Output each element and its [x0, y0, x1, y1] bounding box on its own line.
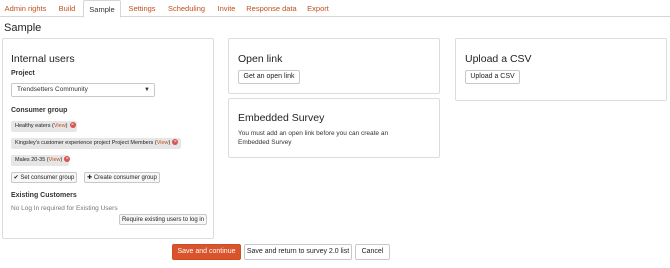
set-consumer-group-button[interactable]: ✔ Set consumer group — [11, 172, 77, 183]
remove-icon[interactable]: × — [64, 156, 71, 162]
upload-csv-panel: Upload a CSV Upload a CSV — [455, 38, 667, 101]
plus-icon: ✚ — [87, 175, 93, 181]
tab-scheduling[interactable]: Scheduling — [163, 0, 210, 17]
tab-invite[interactable]: Invite — [210, 0, 243, 17]
tab-admin-rights[interactable]: Admin rights — [0, 0, 51, 17]
view-link[interactable]: View — [49, 157, 61, 163]
view-link[interactable]: View — [54, 123, 66, 129]
create-consumer-group-button[interactable]: ✚ Create consumer group — [84, 172, 160, 183]
save-and-continue-button[interactable]: Save and continue — [172, 244, 241, 260]
tab-build[interactable]: Build — [51, 0, 83, 17]
existing-customers-note: No Log In required for Existing Users — [11, 205, 118, 212]
embedded-survey-text: You must add an open link before you can… — [238, 130, 389, 146]
create-consumer-group-label: Create consumer group — [93, 175, 157, 181]
upload-csv-button[interactable]: Upload a CSV — [465, 70, 520, 84]
chevron-down-icon: ▼ — [144, 87, 150, 93]
existing-customers-label: Existing Customers — [11, 192, 77, 199]
consumer-group-chip: Kingsley's customer experience project P… — [11, 138, 181, 149]
consumer-group-label: Consumer group — [11, 107, 68, 114]
project-select[interactable]: Trendsetters Community ▼ — [11, 83, 155, 97]
save-and-return-button[interactable]: Save and return to survey 2.0 list — [244, 244, 352, 260]
require-login-button[interactable]: Require existing users to log in — [119, 214, 207, 225]
embedded-survey-title: Embedded Survey — [238, 112, 325, 124]
chip-label: Males 20-35 — [15, 157, 46, 163]
page-title: Sample — [4, 22, 42, 34]
chip-label: Kingsley's customer experience project P… — [15, 140, 154, 146]
upload-csv-title: Upload a CSV — [465, 53, 532, 65]
set-consumer-group-label: Set consumer group — [20, 175, 75, 181]
consumer-group-chip: Males 20-35 (View) × — [11, 155, 71, 166]
tab-response-data[interactable]: Response data — [243, 0, 300, 17]
internal-users-panel: Internal users Project Trendsetters Comm… — [2, 38, 214, 239]
open-link-title: Open link — [238, 53, 283, 65]
view-link[interactable]: View — [157, 140, 169, 146]
cancel-button[interactable]: Cancel — [355, 244, 390, 260]
tab-sample[interactable]: Sample — [83, 0, 121, 18]
tab-export[interactable]: Export — [300, 0, 336, 17]
get-open-link-button[interactable]: Get an open link — [238, 70, 300, 84]
consumer-group-chip: Healthy eaters (View) × — [11, 121, 77, 132]
project-select-value: Trendsetters Community — [17, 86, 88, 93]
check-icon: ✔ — [13, 175, 19, 181]
tab-settings[interactable]: Settings — [121, 0, 163, 17]
remove-icon[interactable]: × — [172, 139, 179, 145]
remove-icon[interactable]: × — [69, 122, 76, 128]
chip-label: Healthy eaters — [15, 123, 51, 129]
tab-bar: Admin rights Build Sample Settings Sched… — [0, 0, 670, 18]
project-label: Project — [11, 70, 35, 77]
embedded-survey-panel: Embedded Survey You must add an open lin… — [228, 98, 440, 158]
open-link-panel: Open link Get an open link — [228, 38, 440, 94]
internal-users-title: Internal users — [11, 53, 75, 65]
